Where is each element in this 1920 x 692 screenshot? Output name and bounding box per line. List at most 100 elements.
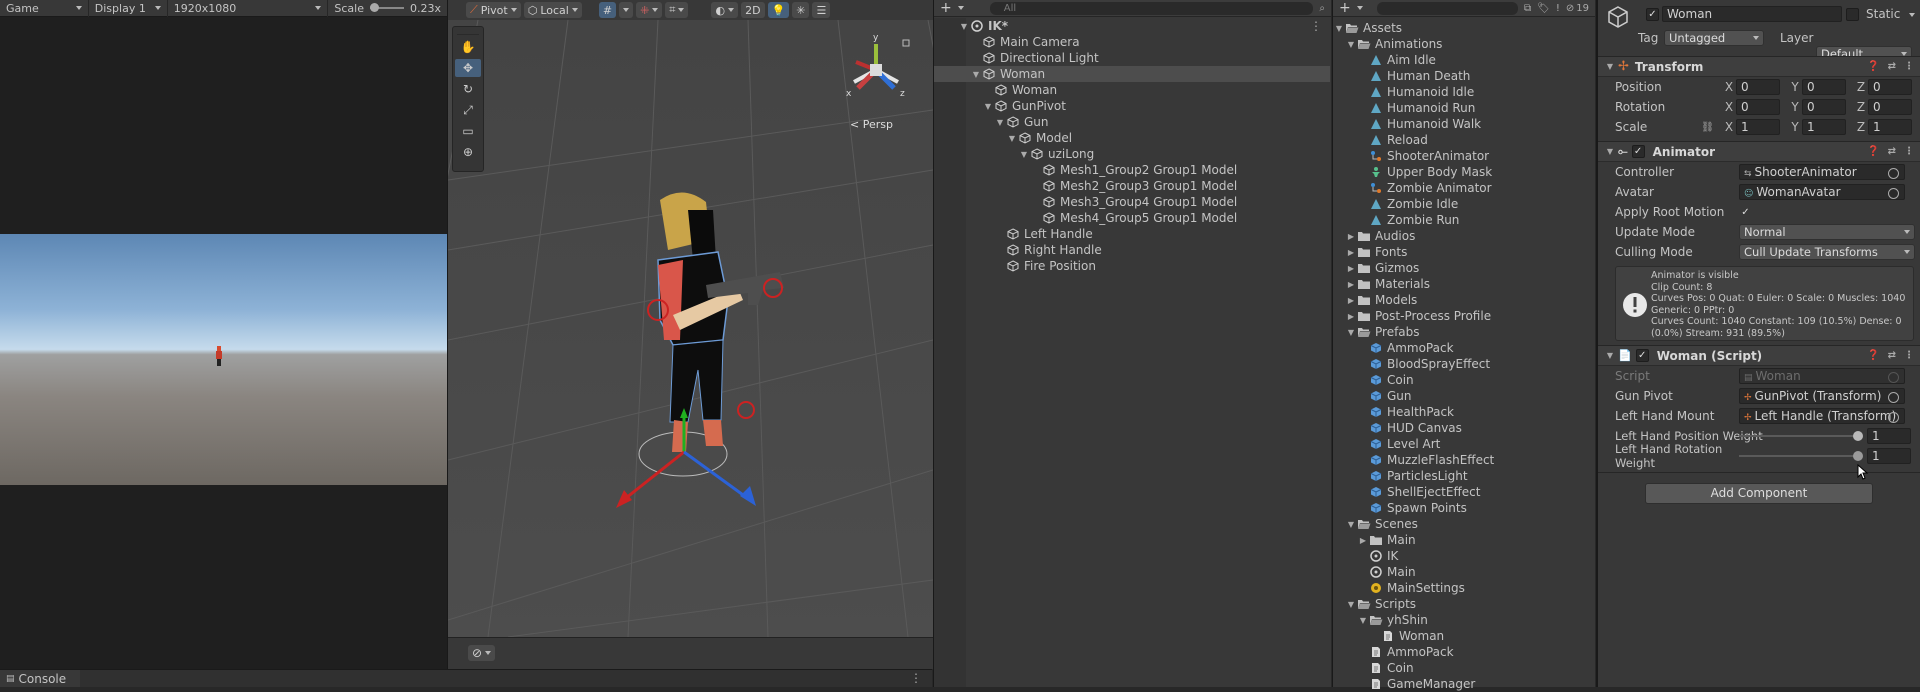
root-motion-checkbox[interactable]: ✓ (1739, 205, 1752, 219)
project-item[interactable]: ▶ Materials (1333, 276, 1594, 292)
scene-view[interactable]: ⟋ Pivot ⬡ Local # ⁜ ⌗ ◐ 2D 💡 ✳ ☰ ✋ ✥ ↻ ⤢ ▭… (447, 0, 933, 669)
rotation-y[interactable]: 0 (1802, 99, 1846, 115)
expand-arrow-down-icon[interactable]: ▼ (994, 118, 1006, 127)
hierarchy-item[interactable]: ▼ uziLong (934, 146, 1330, 162)
resolution-dropdown[interactable]: 1920x1080 (168, 0, 329, 17)
more-icon[interactable]: ⋮ (1904, 350, 1914, 361)
avatar-field[interactable]: ☺ WomanAvatar (1739, 184, 1905, 200)
local-dropdown[interactable]: ⬡ Local (523, 2, 582, 18)
project-item[interactable]: Human Death (1333, 68, 1594, 84)
slider-thumb[interactable] (1853, 451, 1863, 461)
project-item[interactable]: Humanoid Idle (1333, 84, 1594, 100)
hierarchy-item[interactable]: Mesh1_Group2 Group1 Model (934, 162, 1330, 178)
object-picker-icon[interactable] (1888, 412, 1899, 423)
expand-arrow-right-icon[interactable]: ▶ (1345, 264, 1357, 273)
hierarchy-item[interactable]: Mesh3_Group4 Group1 Model (934, 194, 1330, 210)
project-item[interactable]: ▼ Scripts (1333, 596, 1594, 612)
project-item[interactable]: Coin (1333, 372, 1594, 388)
animator-enabled-checkbox[interactable]: ✓ (1631, 145, 1645, 158)
search-options-icon[interactable]: ⌕ (1319, 3, 1325, 14)
project-item[interactable]: Level Art (1333, 436, 1594, 452)
warning-filter-icon[interactable]: ! (1556, 3, 1560, 14)
game-render-area[interactable] (0, 17, 447, 669)
project-item[interactable]: ▼ Assets (1333, 20, 1594, 36)
project-item[interactable]: ▶ Audios (1333, 228, 1594, 244)
preset-icon[interactable]: ⇄ (1888, 146, 1896, 157)
project-item[interactable]: MainSettings (1333, 580, 1594, 596)
more-options-icon[interactable]: ⋮ (1310, 19, 1322, 33)
project-item[interactable]: Humanoid Run (1333, 100, 1594, 116)
hierarchy-search[interactable]: All (989, 1, 1314, 15)
scale-x[interactable]: 1 (1736, 119, 1780, 135)
rotation-x[interactable]: 0 (1736, 99, 1780, 115)
transform-header[interactable]: ▼ ✢ Transform ❓ ⇄ ⋮ (1598, 56, 1920, 77)
project-item[interactable]: Woman (1333, 628, 1594, 644)
scale-tool-icon[interactable]: ⤢ (455, 101, 481, 119)
project-item[interactable]: GameManager (1333, 676, 1594, 692)
help-icon[interactable]: ❓ (1867, 146, 1879, 157)
hierarchy-item[interactable]: ▼ IK* (934, 18, 1330, 34)
position-y[interactable]: 0 (1802, 79, 1846, 95)
camera-settings-dropdown[interactable]: ⊘ (468, 645, 496, 661)
help-icon[interactable]: ❓ (1867, 350, 1879, 361)
expand-arrow-right-icon[interactable]: ▶ (1345, 248, 1357, 257)
expand-arrow-down-icon[interactable]: ▼ (1006, 134, 1018, 143)
object-picker-icon[interactable] (1888, 188, 1899, 199)
hierarchy-item[interactable]: Mesh2_Group3 Group1 Model (934, 178, 1330, 194)
mode-2d-button[interactable]: 2D (741, 2, 765, 18)
expand-arrow-down-icon[interactable]: ▼ (970, 70, 982, 79)
project-item[interactable]: Coin (1333, 660, 1594, 676)
active-checkbox[interactable]: ✓ (1646, 8, 1659, 21)
expand-arrow-down-icon[interactable]: ▼ (1345, 520, 1357, 529)
search-by-label-icon[interactable]: 🏷 (1537, 3, 1550, 14)
expand-arrow-right-icon[interactable]: ▶ (1345, 296, 1357, 305)
scale-slider[interactable] (369, 3, 404, 12)
expand-arrow-right-icon[interactable]: ▶ (1345, 280, 1357, 289)
scale-z[interactable]: 1 (1868, 119, 1912, 135)
project-item[interactable]: ▼ Scenes (1333, 516, 1594, 532)
tag-dropdown[interactable]: Untagged (1664, 30, 1764, 46)
lhr-weight-field[interactable]: 1 (1867, 448, 1911, 464)
project-item[interactable]: ParticlesLight (1333, 468, 1594, 484)
collapse-arrow-icon[interactable]: ▼ (1604, 62, 1616, 71)
position-z[interactable]: 0 (1868, 79, 1912, 95)
expand-arrow-down-icon[interactable]: ▼ (1357, 616, 1369, 625)
ruler-button[interactable]: ⌗ (665, 2, 689, 18)
project-item[interactable]: Zombie Animator (1333, 180, 1594, 196)
expand-arrow-down-icon[interactable]: ▼ (1345, 40, 1357, 49)
project-item[interactable]: Zombie Idle (1333, 196, 1594, 212)
hierarchy-item[interactable]: ▼ GunPivot (934, 98, 1330, 114)
expand-arrow-down-icon[interactable]: ▼ (1345, 328, 1357, 337)
search-by-type-icon[interactable]: ⧉ (1524, 3, 1531, 14)
chevron-down-icon[interactable] (957, 6, 964, 10)
expand-arrow-down-icon[interactable]: ▼ (958, 22, 970, 31)
scale-control[interactable]: Scale 0.23x (328, 0, 447, 17)
project-item[interactable]: MuzzleFlashEffect (1333, 452, 1594, 468)
animator-header[interactable]: ▼ ⟜ ✓ Animator ❓ ⇄ ⋮ (1598, 141, 1920, 162)
project-item[interactable]: AmmoPack (1333, 340, 1594, 356)
grid-snap-dropdown[interactable] (619, 2, 634, 18)
preset-icon[interactable]: ⇄ (1888, 61, 1896, 72)
audio-toggle[interactable]: ✳ (792, 2, 810, 18)
project-item[interactable]: ▼ Prefabs (1333, 324, 1594, 340)
hierarchy-item[interactable]: Mesh4_Group5 Group1 Model (934, 210, 1330, 226)
hierarchy-item[interactable]: ▼ Woman (934, 66, 1330, 82)
effects-toggle[interactable]: ☰ (812, 2, 831, 18)
expand-arrow-right-icon[interactable]: ▶ (1357, 536, 1369, 545)
hierarchy-item[interactable]: Directional Light (934, 50, 1330, 66)
draw-mode-dropdown[interactable]: ◐ (711, 2, 739, 18)
more-icon[interactable]: ⋮ (1904, 61, 1914, 72)
object-name-field[interactable]: Woman (1662, 6, 1842, 22)
rotation-z[interactable]: 0 (1868, 99, 1912, 115)
move-tool-icon[interactable]: ✥ (455, 59, 481, 77)
project-item[interactable]: ▶ Post-Process Profile (1333, 308, 1594, 324)
game-tab-dropdown[interactable]: Game (0, 0, 89, 17)
object-picker-icon[interactable] (1888, 168, 1899, 179)
left-hand-mount-field[interactable]: ✢ Left Handle (Transform) (1739, 408, 1905, 424)
update-mode-dropdown[interactable]: Normal (1739, 224, 1915, 240)
project-item[interactable]: ▶ Gizmos (1333, 260, 1594, 276)
project-item[interactable]: Main (1333, 564, 1594, 580)
project-item[interactable]: Upper Body Mask (1333, 164, 1594, 180)
expand-arrow-down-icon[interactable]: ▼ (982, 102, 994, 111)
project-search[interactable] (1376, 1, 1519, 15)
